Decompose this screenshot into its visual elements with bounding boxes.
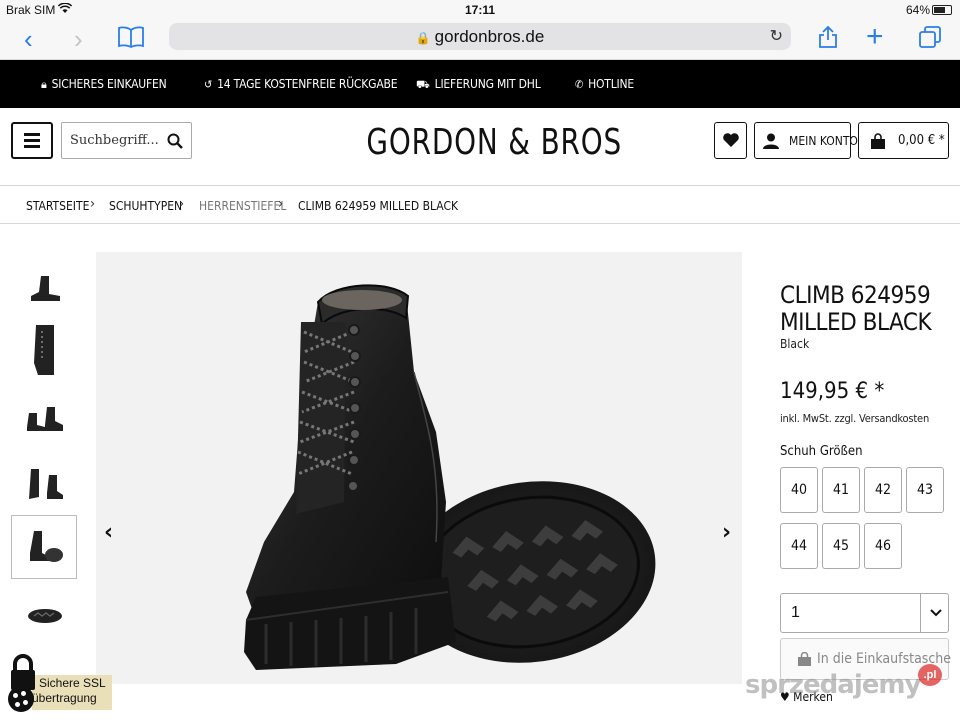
cart-button[interactable]: 0,00 € * (858, 122, 949, 159)
phone-icon: ✆ (575, 78, 584, 91)
site-logo[interactable]: GORDON & BROS (366, 122, 621, 163)
cart-total: 0,00 € * (898, 133, 945, 148)
search-box (61, 122, 192, 159)
browser-toolbar: ‹ › 🔒 gordonbros.de ↻ + (0, 20, 960, 60)
main-product-image[interactable] (96, 252, 742, 684)
boot-icon (29, 469, 63, 499)
menu-button[interactable] (11, 122, 53, 159)
breadcrumb-home[interactable]: Startseite (26, 199, 89, 213)
cookie-icon[interactable] (8, 686, 34, 712)
ssl-line-1: Sichere SSL (39, 676, 106, 690)
search-input[interactable] (62, 123, 162, 158)
battery-icon (932, 5, 952, 15)
size-option[interactable]: 43 (906, 467, 944, 513)
bookmarks-icon[interactable] (118, 26, 144, 48)
account-button[interactable]: MEIN KONTO (754, 122, 858, 159)
url-text: gordonbros.de (434, 27, 545, 46)
forward-icon[interactable]: › (74, 24, 83, 54)
ssl-line-2: übertragung (32, 691, 97, 705)
watermark: sprzedajemy (745, 670, 921, 700)
product-thumbnail[interactable] (16, 390, 74, 446)
promo-free-return: ↺ 14 Tage kostenfreie Rückgabe (204, 77, 398, 91)
size-option[interactable]: 44 (780, 523, 818, 569)
product-thumbnail-active[interactable] (11, 515, 77, 579)
boot-icon (30, 531, 63, 562)
size-option[interactable]: 42 (864, 467, 902, 513)
wishlist-button[interactable] (714, 122, 747, 159)
shopping-bag-icon (798, 652, 811, 666)
size-option[interactable]: 40 (780, 467, 818, 513)
product-title: CLIMB 624959 MILLED BLACK (780, 281, 932, 336)
boot-image (244, 284, 656, 670)
sole-icon (28, 609, 62, 623)
watermark-badge: .pl (918, 664, 942, 686)
tabs-icon[interactable] (918, 25, 942, 49)
next-image-arrow[interactable]: › (722, 520, 731, 545)
share-icon[interactable] (816, 25, 840, 49)
boot-icon (34, 325, 54, 375)
heart-icon (723, 133, 739, 147)
new-tab-icon[interactable]: + (866, 22, 884, 52)
size-label: Schuh Größen (780, 444, 863, 459)
breadcrumb-mens-boots[interactable]: Herrenstiefel (199, 199, 286, 213)
user-icon (763, 133, 779, 149)
product-thumbnail[interactable] (16, 260, 74, 316)
boot-icon (31, 276, 60, 301)
reload-icon[interactable]: ↻ (770, 23, 783, 50)
tax-note[interactable]: inkl. MwSt. zzgl. Versandkosten (780, 412, 929, 425)
battery-percent: 64% (905, 3, 930, 17)
site-header: GORDON & BROS MEIN KONTO 0,00 € * (0, 108, 960, 186)
breadcrumb-shoe-types[interactable]: Schuhtypen (109, 199, 182, 213)
product-thumbnail[interactable] (16, 322, 74, 378)
shopping-bag-icon (871, 133, 885, 149)
product-thumbnail[interactable] (16, 588, 74, 644)
product-color: Black (780, 337, 810, 351)
lock-icon: 🔒︎ (41, 78, 47, 91)
chevron-right-icon: › (90, 196, 96, 212)
chevron-right-icon: › (278, 196, 284, 212)
chevron-down-icon (930, 609, 942, 617)
quantity-value: 1 (791, 604, 800, 621)
breadcrumb: Startseite › Schuhtypen › Herrenstiefel … (0, 187, 960, 224)
size-option[interactable]: 46 (864, 523, 902, 569)
truck-icon: ⛟ (416, 78, 430, 91)
promo-hotline[interactable]: ✆ Hotline (575, 77, 634, 91)
promo-secure-shopping: 🔒︎ Sicheres Einkaufen (41, 77, 167, 91)
search-icon[interactable] (167, 133, 183, 149)
quantity-select[interactable]: 1 (780, 593, 949, 633)
address-bar[interactable]: 🔒 gordonbros.de ↻ (169, 23, 791, 50)
product-thumbnail[interactable] (16, 455, 74, 511)
product-price: 149,95 € * (780, 379, 885, 404)
promo-bar: 🔒︎ Sicheres Einkaufen ↺ 14 Tage kostenfrei… (0, 60, 960, 108)
size-option[interactable]: 45 (822, 523, 860, 569)
size-option[interactable]: 41 (822, 467, 860, 513)
ios-status-bar: Brak SIM 17:11 64% (0, 0, 960, 20)
lock-icon: 🔒 (415, 31, 431, 45)
breadcrumb-current: Climb 624959 Milled Black (298, 199, 459, 213)
chevron-right-icon: › (179, 196, 185, 212)
promo-dhl-delivery: ⛟ Lieferung mit DHL (416, 77, 541, 91)
back-icon[interactable]: ‹ (24, 24, 33, 54)
prev-image-arrow[interactable]: ‹ (104, 520, 113, 545)
hamburger-icon (24, 133, 40, 136)
boot-icon (27, 407, 63, 431)
account-label: MEIN KONTO (789, 134, 858, 148)
clock: 17:11 (464, 3, 496, 17)
return-icon: ↺ (204, 78, 213, 91)
